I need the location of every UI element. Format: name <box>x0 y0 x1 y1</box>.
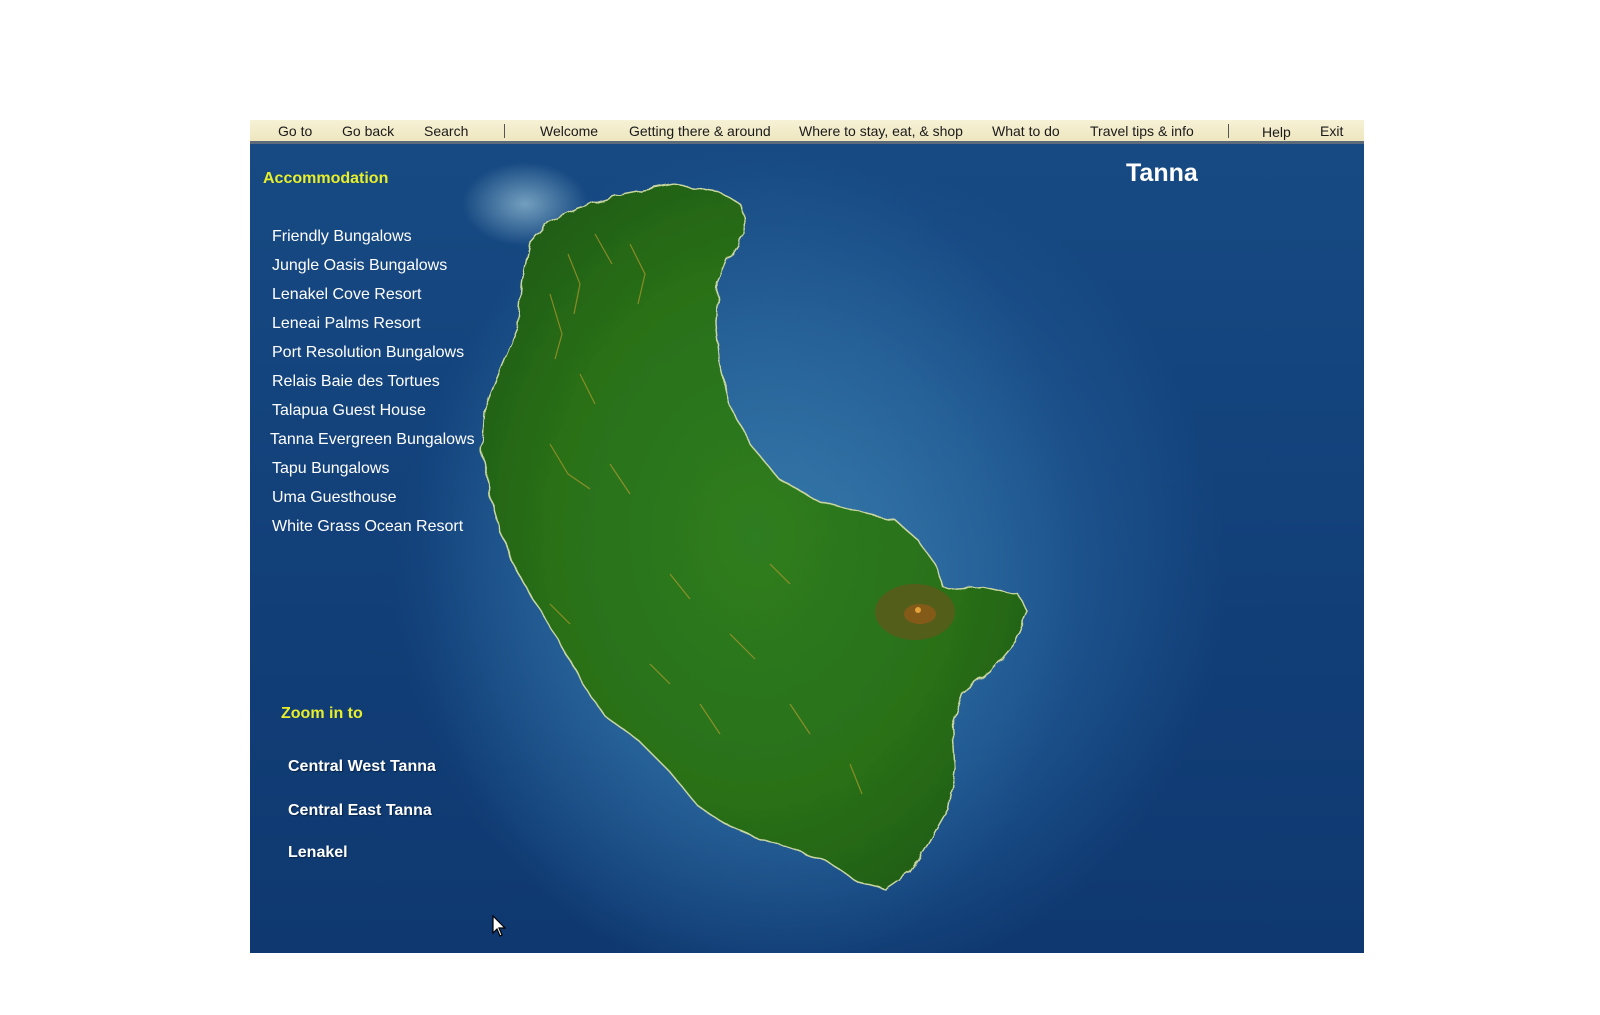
map-title: Tanna <box>1126 159 1198 187</box>
volcano-vent <box>904 604 936 624</box>
menu-go-back[interactable]: Go back <box>342 123 394 139</box>
menu-exit[interactable]: Exit <box>1320 123 1343 139</box>
volcano-lava <box>915 607 921 613</box>
mouse-pointer-icon <box>492 915 507 937</box>
menu-separator <box>1228 124 1229 138</box>
zoom-link-lenakel[interactable]: Lenakel <box>288 844 348 862</box>
accommodation-link[interactable]: White Grass Ocean Resort <box>272 518 463 536</box>
accommodation-link[interactable]: Uma Guesthouse <box>272 489 397 507</box>
zoom-link-central-east[interactable]: Central East Tanna <box>288 802 432 820</box>
accommodation-link[interactable]: Friendly Bungalows <box>272 228 412 246</box>
zoom-heading: Zoom in to <box>281 705 363 722</box>
accommodation-heading: Accommodation <box>263 170 389 187</box>
menu-search[interactable]: Search <box>424 123 468 139</box>
menu-bar: Go to Go back Search Welcome Getting the… <box>250 120 1364 144</box>
zoom-link-central-west[interactable]: Central West Tanna <box>288 758 436 776</box>
accommodation-link[interactable]: Tanna Evergreen Bungalows <box>270 431 475 449</box>
menu-separator <box>504 124 505 138</box>
menu-go-to[interactable]: Go to <box>278 123 312 139</box>
map-stage: Tanna Accommodation Friendly Bungalows J… <box>250 144 1364 953</box>
menu-help[interactable]: Help <box>1262 124 1291 140</box>
menu-getting-there[interactable]: Getting there & around <box>629 123 771 139</box>
app-window: Go to Go back Search Welcome Getting the… <box>250 120 1364 953</box>
accommodation-link[interactable]: Relais Baie des Tortues <box>272 373 440 391</box>
menu-where-to-stay[interactable]: Where to stay, eat, & shop <box>799 123 963 139</box>
accommodation-link[interactable]: Talapua Guest House <box>272 402 426 420</box>
accommodation-link[interactable]: Jungle Oasis Bungalows <box>272 257 447 275</box>
accommodation-link[interactable]: Lenakel Cove Resort <box>272 286 421 304</box>
menu-travel-tips[interactable]: Travel tips & info <box>1090 123 1194 139</box>
accommodation-link[interactable]: Tapu Bungalows <box>272 460 389 478</box>
accommodation-link[interactable]: Leneai Palms Resort <box>272 315 421 333</box>
menu-what-to-do[interactable]: What to do <box>992 123 1060 139</box>
menu-welcome[interactable]: Welcome <box>540 123 598 139</box>
accommodation-link[interactable]: Port Resolution Bungalows <box>272 344 464 362</box>
